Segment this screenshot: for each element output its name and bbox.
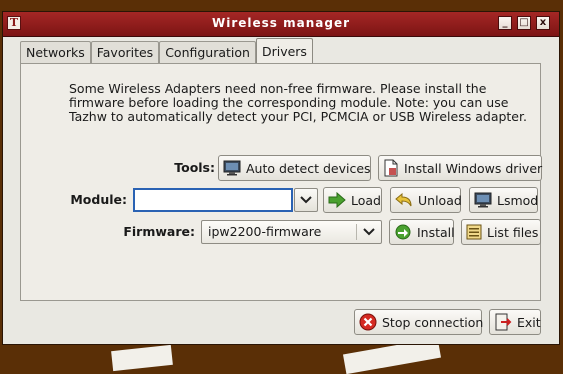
stop-icon	[359, 313, 377, 331]
exit-icon	[495, 313, 512, 331]
module-dropdown-button[interactable]	[294, 188, 318, 212]
document-icon	[384, 159, 398, 177]
tab-drivers[interactable]: Drivers	[255, 38, 313, 63]
list-icon	[466, 224, 482, 240]
chevron-down-icon	[300, 196, 312, 204]
title-bar[interactable]: T Wireless manager _ □ x	[3, 12, 559, 37]
desktop-paper	[111, 344, 173, 372]
install-firmware-button[interactable]: Install	[389, 219, 455, 245]
lsmod-button[interactable]: Lsmod	[469, 187, 538, 213]
monitor-icon	[474, 192, 492, 208]
stop-connection-button[interactable]: Stop connection	[354, 309, 484, 335]
tools-label: Tools:	[174, 160, 215, 175]
wireless-manager-window: T Wireless manager _ □ x Networks Favori…	[2, 11, 560, 345]
exit-label: Exit	[517, 314, 541, 330]
exit-button[interactable]: Exit	[489, 309, 541, 335]
window-title: Wireless manager	[211, 16, 350, 30]
minimize-button[interactable]: _	[498, 16, 512, 30]
install-windows-label: Install Windows driver	[404, 160, 543, 176]
module-combo	[133, 188, 293, 212]
auto-detect-label: Auto detect devices	[246, 160, 371, 176]
tab-bar: Networks Favorites Configuration Drivers	[20, 38, 313, 63]
tab-configuration[interactable]: Configuration	[159, 41, 256, 63]
stop-connection-label: Stop connection	[382, 314, 484, 330]
firmware-selected-value: ipw2200-firmware	[208, 224, 322, 239]
close-button[interactable]: x	[536, 16, 550, 30]
tab-networks[interactable]: Networks	[20, 41, 91, 63]
auto-detect-button[interactable]: Auto detect devices	[218, 155, 371, 181]
unload-button[interactable]: Unload	[390, 187, 462, 213]
firmware-select[interactable]: ipw2200-firmware	[201, 220, 382, 244]
tab-favorites[interactable]: Favorites	[90, 41, 160, 63]
load-label: Load	[351, 192, 381, 208]
install-arrow-icon	[395, 224, 411, 240]
chevron-down-icon	[363, 228, 375, 236]
drivers-panel: Some Wireless Adapters need non-free fir…	[20, 63, 542, 301]
firmware-info-text: Some Wireless Adapters need non-free fir…	[69, 81, 527, 124]
unload-label: Unload	[418, 192, 462, 208]
arrow-right-icon	[328, 192, 346, 208]
install-label: Install	[417, 224, 455, 240]
monitor-icon	[223, 160, 241, 176]
module-label: Module:	[70, 192, 127, 207]
maximize-button[interactable]: □	[517, 16, 531, 30]
firmware-label: Firmware:	[123, 224, 195, 239]
lsmod-label: Lsmod	[497, 192, 539, 208]
install-windows-driver-button[interactable]: Install Windows driver	[378, 155, 542, 181]
list-files-label: List files	[487, 224, 539, 240]
load-button[interactable]: Load	[323, 187, 382, 213]
undo-icon	[395, 192, 412, 207]
list-files-button[interactable]: List files	[461, 219, 541, 245]
module-input[interactable]	[133, 188, 293, 212]
select-separator	[356, 224, 357, 240]
